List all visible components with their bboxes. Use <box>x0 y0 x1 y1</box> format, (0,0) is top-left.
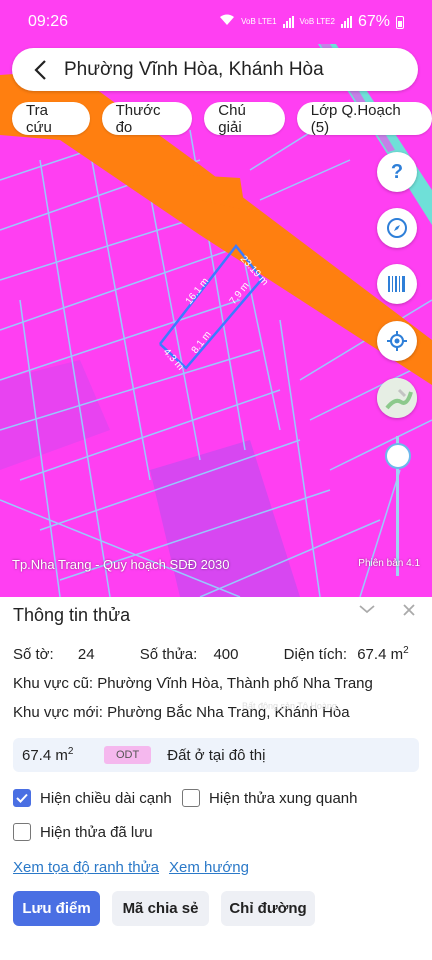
planning-map[interactable]: 23.19 m 16.1 m 7.9 m 8.1 m 4.3 m 09:26 V… <box>0 0 432 597</box>
signal-2-icon <box>340 16 352 28</box>
land-use-summary: 67.4 m2 ODT Đất ở tại đô thị <box>13 738 419 772</box>
parcel-number-label: Số thửa: <box>139 646 198 663</box>
signal-1-icon <box>282 16 294 28</box>
question-icon: ? <box>390 160 404 183</box>
close-icon[interactable] <box>402 603 416 622</box>
opacity-slider-handle[interactable] <box>385 443 411 469</box>
old-area-text: Khu vực cũ: Phường Vĩnh Hòa, Thành phố N… <box>13 675 373 692</box>
parcel-number-value: 400 <box>213 646 239 663</box>
checkbox-box[interactable] <box>182 789 200 807</box>
map-caption: Tp.Nha Trang - Quy hoạch SDĐ 2030 <box>12 557 230 572</box>
wifi-icon <box>219 13 235 31</box>
directions-button[interactable]: Chỉ đường <box>221 891 315 926</box>
status-bar: 09:26 VoB LTE1 VoB LTE2 67% <box>0 0 432 44</box>
search-bar[interactable]: Phường Vĩnh Hòa, Khánh Hòa <box>12 48 418 91</box>
save-point-button[interactable]: Lưu điểm <box>13 891 100 926</box>
parcel-id-row: Số tờ: 24 Số thửa: 400 Diện tích: 67.4 m… <box>13 645 409 663</box>
chip-planning-layers[interactable]: Lớp Q.Hoạch (5) <box>296 102 432 136</box>
show-edge-lengths-label: Hiện chiều dài cạnh <box>40 789 172 807</box>
chip-ruler[interactable]: Thước đo <box>101 102 193 136</box>
clock: 09:26 <box>28 13 69 30</box>
share-code-button[interactable]: Mã chia sẻ <box>112 891 209 926</box>
locate-button[interactable] <box>377 321 417 361</box>
barcode-button[interactable] <box>377 264 417 304</box>
barcode-icon <box>388 276 405 292</box>
view-boundary-coords-link[interactable]: Xem tọa độ ranh thửa <box>13 859 159 876</box>
show-neighbors-label: Hiện thửa xung quanh <box>209 789 358 807</box>
show-edge-lengths-checkbox[interactable]: Hiện chiều dài cạnh <box>13 789 172 807</box>
area-value: 67.4 m2 <box>357 645 409 663</box>
chevron-down-icon[interactable] <box>358 602 376 620</box>
show-saved-checkbox[interactable]: Hiện thửa đã lưu <box>13 823 153 841</box>
area-label: Diện tích: <box>283 646 348 663</box>
chip-lookup[interactable]: Tra cứu <box>12 102 90 136</box>
basemap-button[interactable] <box>377 378 417 418</box>
sheet-label: Số tờ: <box>13 646 54 663</box>
land-type-text: Đất ở tại đô thị <box>167 746 266 764</box>
view-direction-link[interactable]: Xem hướng <box>169 859 249 876</box>
sheet-value: 24 <box>77 646 95 663</box>
crosshair-icon <box>387 331 407 351</box>
panel-title: Thông tin thửa <box>13 605 131 625</box>
satellite-thumbnail-icon <box>377 378 417 418</box>
compass-icon <box>387 218 407 238</box>
checkmark-icon[interactable] <box>13 789 31 807</box>
watermark: Bất động sản Tô Hoàng <box>242 701 337 711</box>
network-2-label: VoB LTE2 <box>299 17 335 26</box>
battery-level: 67% <box>357 13 390 30</box>
network-1-label: VoB LTE1 <box>241 17 277 26</box>
show-neighbors-checkbox[interactable]: Hiện thửa xung quanh <box>182 789 357 807</box>
parcel-info-panel: Thông tin thửa Số tờ: 24 Số thửa: 400 Di… <box>0 597 432 960</box>
map-toolbar: Tra cứu Thước đo Chú giải Lớp Q.Hoạch (5… <box>12 102 432 136</box>
summary-area: 67.4 m2 <box>22 746 74 764</box>
land-code-badge: ODT <box>104 746 152 764</box>
chip-legend[interactable]: Chú giải <box>204 102 285 136</box>
help-button[interactable]: ? <box>377 152 417 192</box>
app-version: Phiên bản 4.1 <box>358 558 420 569</box>
compass-button[interactable] <box>377 208 417 248</box>
checkbox-box[interactable] <box>13 823 31 841</box>
battery-icon <box>396 15 404 29</box>
show-saved-label: Hiện thửa đã lưu <box>40 823 153 841</box>
location-title[interactable]: Phường Vĩnh Hòa, Khánh Hòa <box>64 59 324 81</box>
back-arrow-icon[interactable] <box>26 56 54 84</box>
